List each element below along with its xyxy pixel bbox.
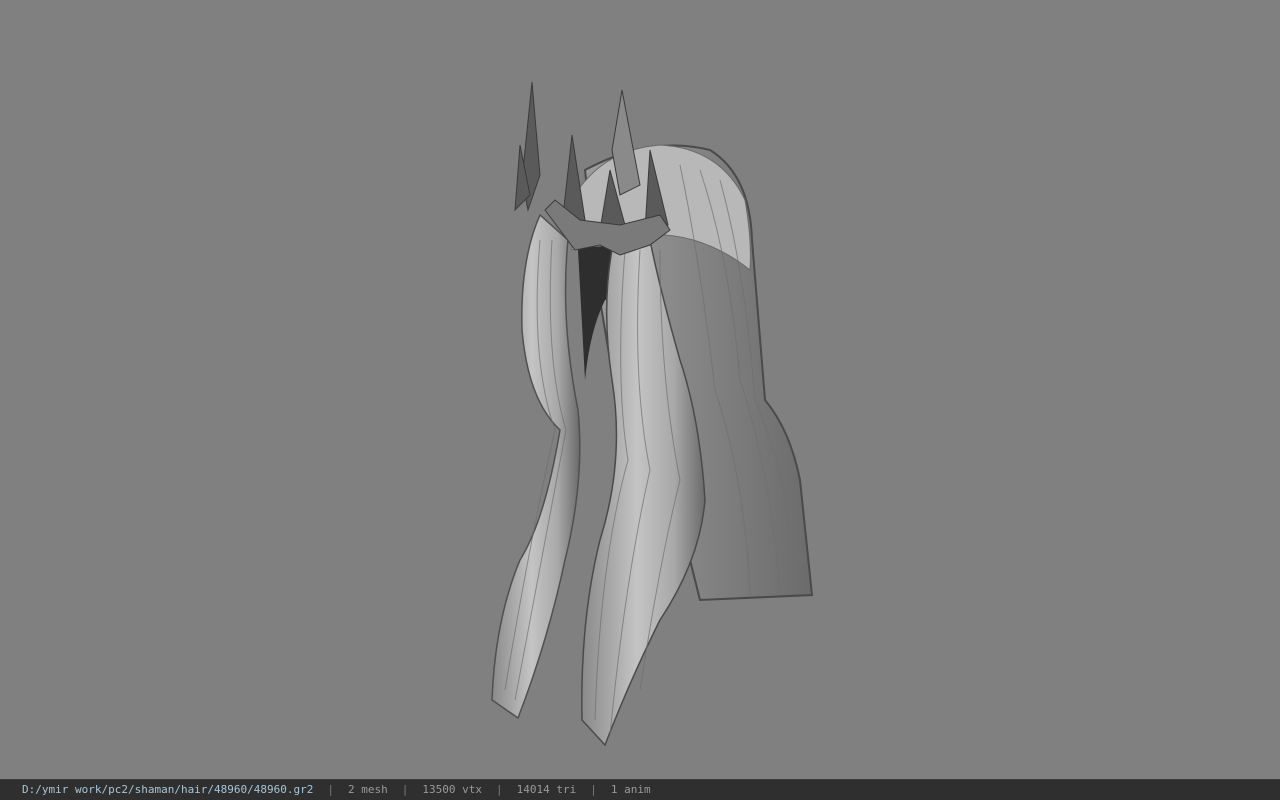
mesh-count: 2 mesh bbox=[348, 783, 388, 796]
separator: | bbox=[327, 783, 335, 796]
model-viewport[interactable] bbox=[0, 0, 1280, 779]
separator: | bbox=[496, 783, 503, 796]
separator: | bbox=[590, 783, 597, 796]
file-path: D:/ymir work/pc2/shaman/hair/48960/48960… bbox=[22, 783, 314, 796]
triangle-count: 14014 tri bbox=[516, 783, 577, 796]
hair-mesh-icon bbox=[491, 81, 814, 747]
separator: | bbox=[401, 783, 409, 796]
status-bar: D:/ymir work/pc2/shaman/hair/48960/48960… bbox=[0, 779, 1280, 800]
vertex-count: 13500 vtx bbox=[422, 783, 483, 796]
anim-count: 1 anim bbox=[610, 783, 651, 796]
